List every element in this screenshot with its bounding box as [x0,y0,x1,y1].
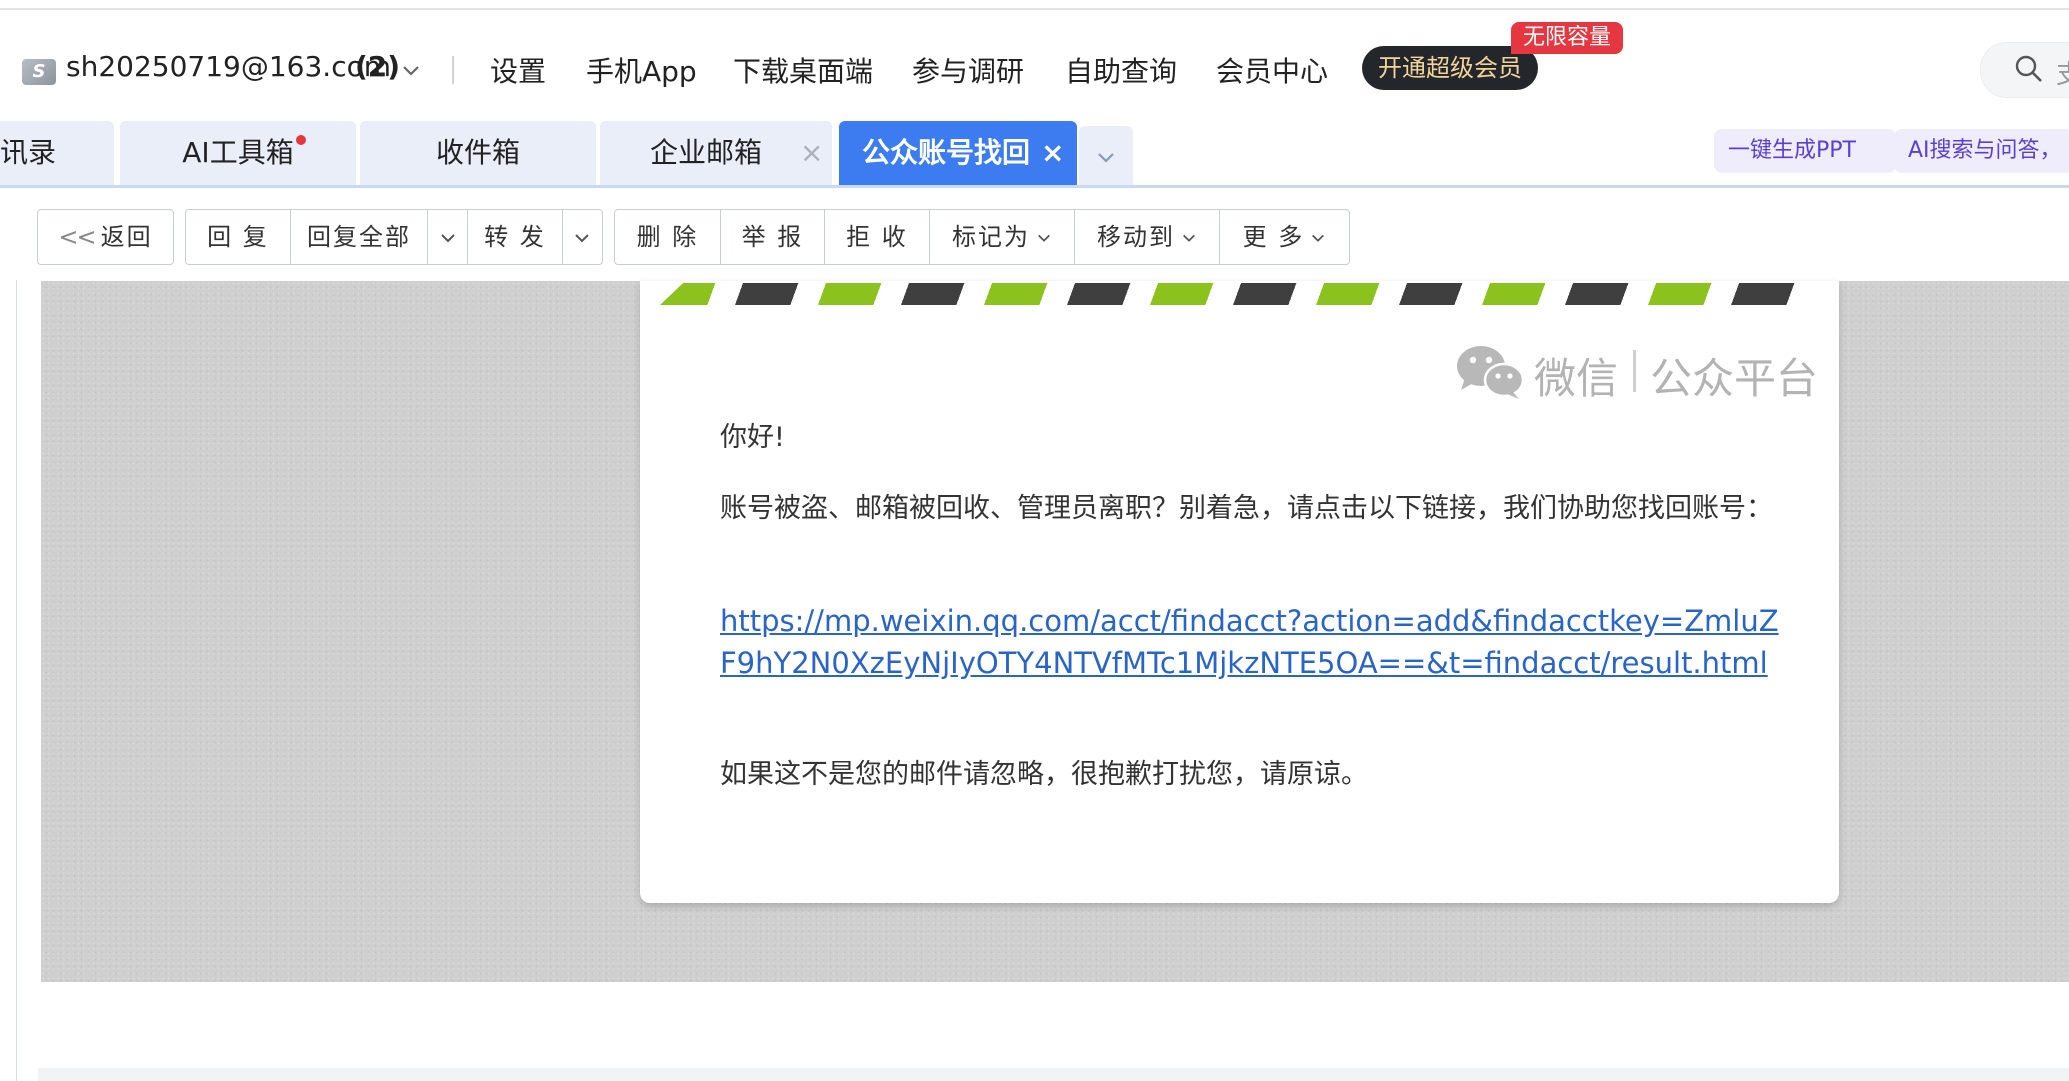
mark-as-label: 标记为 [952,223,1030,251]
nav-survey[interactable]: 参与调研 [912,50,1024,90]
bottom-reply-area [38,1068,2069,1081]
tab-contacts[interactable]: 讯录 [0,121,114,185]
tab-label: 公众账号找回 [862,136,1031,169]
more-button[interactable]: 更 多 [1220,210,1349,264]
search-placeholder: 支 [2056,54,2069,91]
delete-button[interactable]: 删 除 [615,210,721,264]
back-label: 返回 [100,223,153,251]
action-group: 删 除 举 报 拒 收 标记为 移动到 更 多 [614,209,1350,265]
account-icon: S [22,59,56,85]
nav-mobile-app[interactable]: 手机App [586,50,697,90]
reply-all-dropdown[interactable] [428,210,468,264]
wechat-logo-icon [1457,346,1525,399]
mail-greeting: 你好! [720,422,785,453]
nav-member-center[interactable]: 会员中心 [1216,50,1328,90]
back-group: << 返回 [37,209,174,265]
tab-ai-toolbox[interactable]: AI工具箱 [120,121,356,185]
reject-button[interactable]: 拒 收 [825,210,930,264]
tab-label: 讯录 [0,136,57,169]
nav-settings[interactable]: 设置 [490,50,546,90]
forward-button[interactable]: 转 发 [468,210,563,264]
wechat-brand-text: 微信 [1534,354,1619,403]
forward-dropdown[interactable] [563,210,600,264]
chevron-down-icon [574,234,589,243]
tab-overflow-dropdown[interactable] [1079,126,1133,185]
brand-separator [1633,350,1636,392]
header-divider [452,56,454,84]
mail-body-text: 账号被盗、邮箱被回收、管理员离职？别着急，请点击以下链接，我们协助您找回账号： [720,493,1773,524]
chevron-down-icon [1183,234,1195,242]
recovery-link[interactable]: https://mp.weixin.qq.com/acct/findacct?a… [720,600,1790,684]
nav-self-service[interactable]: 自助查询 [1065,50,1177,90]
mail-closing: 如果这不是您的邮件请忽略，很抱歉打扰您，请原谅。 [720,759,1368,790]
mark-as-button[interactable]: 标记为 [930,210,1075,264]
back-button[interactable]: << 返回 [38,210,173,264]
chevron-down-icon [440,234,455,243]
move-to-label: 移动到 [1097,223,1175,251]
official-platform-text: 公众平台 [1650,354,1819,403]
tab-inbox[interactable]: 收件箱 [360,121,596,185]
reply-button[interactable]: 回 复 [186,210,291,264]
more-label: 更 多 [1242,223,1305,251]
chevron-down-icon [1038,234,1050,242]
tab-enterprise-mail[interactable]: 企业邮箱 × [600,121,832,185]
move-to-button[interactable]: 移动到 [1075,210,1220,264]
ai-search-qa-button[interactable]: AI搜索与问答， [1894,129,2069,173]
double-chevron-left-icon: << [58,223,96,251]
tab-account-recovery[interactable]: 公众账号找回 × [839,121,1077,185]
nav-download-desktop[interactable]: 下载桌面端 [733,50,873,90]
chevron-down-icon [1098,153,1114,163]
tab-label: 收件箱 [435,136,520,169]
tab-label: 企业邮箱 [650,136,763,169]
new-dot-badge [296,135,306,145]
close-icon[interactable]: × [800,121,823,185]
top-divider [0,8,2069,10]
tab-label: AI工具箱 [182,136,294,169]
account-unread-count[interactable]: (2) [355,50,400,83]
airmail-stripes [660,283,1818,305]
reply-all-button[interactable]: 回复全部 [291,210,428,264]
chevron-down-icon[interactable] [400,60,422,82]
account-email[interactable]: sh20250719@163.com [66,50,391,83]
generate-ppt-button[interactable]: 一键生成PPT [1714,129,1896,173]
unlimited-capacity-badge: 无限容量 [1511,22,1623,54]
chevron-down-icon [1312,234,1325,242]
reply-group: 回 复 回复全部 转 发 [185,209,603,265]
search-icon[interactable] [2014,54,2044,84]
close-icon[interactable]: × [1041,121,1064,185]
left-rail [0,188,17,1081]
report-button[interactable]: 举 报 [721,210,825,264]
